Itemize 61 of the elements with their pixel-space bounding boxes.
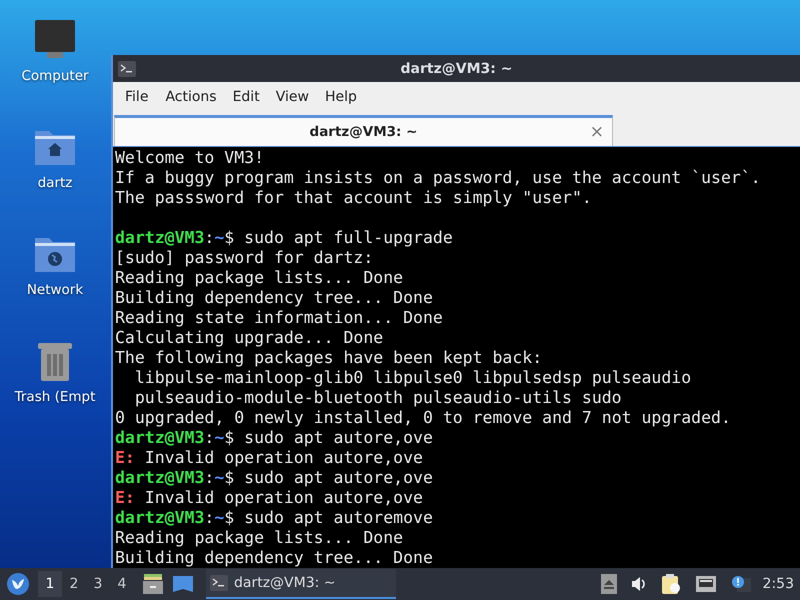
prompt-path: ~ <box>214 468 224 487</box>
workspace-button[interactable]: 1 <box>38 571 62 597</box>
workspace-button[interactable]: 2 <box>62 571 86 597</box>
output-line: 0 upgraded, 0 newly installed, 0 to remove and 7 not upgraded. <box>115 408 731 427</box>
command-text: $ sudo apt autoremove <box>224 508 433 527</box>
menu-item[interactable]: Actions <box>157 84 225 108</box>
prompt-separator: : <box>204 468 214 487</box>
command-text: $ sudo apt full-upgrade <box>224 228 453 247</box>
prompt-separator: : <box>204 508 214 527</box>
prompt-path: ~ <box>214 428 224 447</box>
prompt-user: dartz@VM3 <box>115 468 204 487</box>
menu-item[interactable]: File <box>117 84 158 108</box>
output-line: Reading state information... Done <box>115 308 443 327</box>
clock[interactable]: 2:53 <box>762 576 794 592</box>
eject-icon[interactable] <box>600 574 617 594</box>
prompt-user: dartz@VM3 <box>115 508 204 527</box>
output-line: The passsword for that account is simply "user". <box>115 188 592 207</box>
terminal-icon <box>210 575 228 591</box>
output-line: Reading package lists... Done <box>115 268 404 287</box>
prompt-path: ~ <box>214 228 224 247</box>
output-line: libpulse-mainloop-glib0 libpulse0 libpulsedsp pulseaudio <box>134 368 692 387</box>
terminal-tab[interactable]: dartz@VM3: ~ × <box>114 115 613 146</box>
desktop-icon-label[interactable]: Network <box>26 282 84 298</box>
output-line: Welcome to VM3! <box>115 148 264 167</box>
output-line: Reading package lists... Done <box>115 528 404 547</box>
prompt-user: dartz@VM3 <box>115 428 204 447</box>
close-icon[interactable]: × <box>590 122 604 142</box>
workspace-button[interactable]: 3 <box>86 571 110 597</box>
menu-item[interactable]: Help <box>316 84 365 108</box>
volume-icon[interactable] <box>630 576 647 592</box>
output-line: Building dependency tree... Done <box>115 288 433 307</box>
desktop-icon-label[interactable]: dartz <box>38 175 72 191</box>
clipboard-icon[interactable] <box>660 573 681 595</box>
prompt-separator: : <box>204 228 214 247</box>
taskbar-window-button[interactable]: dartz@VM3: ~ <box>206 569 396 599</box>
menu-item[interactable]: View <box>268 84 317 108</box>
output-line: Building dependency tree... Done <box>115 548 433 567</box>
error-message: Invalid operation autore,ove <box>144 488 423 507</box>
output-line: Calculating upgrade... Done <box>115 328 384 347</box>
terminal-icon <box>118 60 136 76</box>
network-port-icon[interactable] <box>694 575 717 593</box>
file-cabinet-icon[interactable] <box>142 573 164 595</box>
prompt-separator: : <box>204 428 214 447</box>
error-prefix: E: <box>115 488 135 507</box>
output-line: [sudo] password for dartz: <box>115 248 374 267</box>
prompt-path: ~ <box>214 508 224 527</box>
prompt-user: dartz@VM3 <box>115 228 204 247</box>
desktop-icon-label[interactable]: Trash (Empt <box>14 389 96 405</box>
window-title: dartz@VM3: ~ <box>400 60 514 76</box>
start-menu-icon[interactable] <box>6 572 30 596</box>
output-line: The following packages have been kept back: <box>115 348 542 367</box>
menu-item[interactable]: Edit <box>224 84 268 108</box>
error-message: Invalid operation autore,ove <box>144 448 423 467</box>
output-line: pulseaudio-module-bluetooth pulseaudio-utils sudo <box>134 388 622 407</box>
error-prefix: E: <box>115 448 135 467</box>
notification-icon[interactable] <box>730 575 751 593</box>
command-text: $ sudo apt autore,ove <box>224 428 433 447</box>
desktop-icon-label[interactable]: Computer <box>21 68 89 84</box>
output-line: If a buggy program insists on a password, use the account `user`. <box>115 168 761 187</box>
command-text: $ sudo apt autore,ove <box>224 468 433 487</box>
workspace-button[interactable]: 4 <box>110 571 134 597</box>
